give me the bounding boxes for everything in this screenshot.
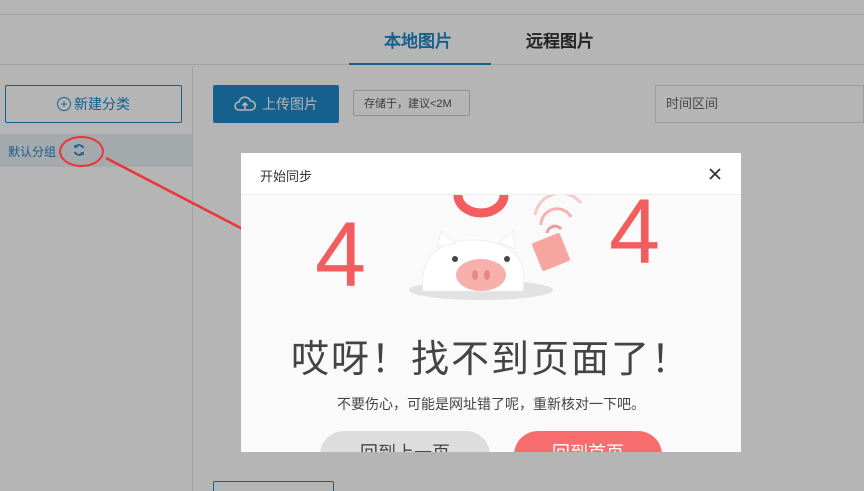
home-button[interactable]: 回到首页 bbox=[514, 431, 662, 452]
annotation-circle bbox=[59, 136, 104, 167]
sync-dialog: 开始同步 4 4 哎呀！找不到页面了！ 不要伤心，可能是网址错了呢，重新核对一下… bbox=[241, 153, 741, 452]
pig-404-illustration bbox=[409, 195, 583, 300]
error-digit-left: 4 bbox=[315, 204, 367, 306]
close-icon[interactable] bbox=[707, 166, 723, 182]
error-digit-right: 4 bbox=[609, 181, 661, 283]
error-title: 哎呀！找不到页面了！ bbox=[290, 339, 691, 381]
dialog-header: 开始同步 bbox=[241, 153, 741, 195]
error-subtitle: 不要伤心，可能是网址错了呢，重新核对一下吧。 bbox=[337, 396, 645, 412]
dialog-title: 开始同步 bbox=[260, 169, 313, 184]
back-button[interactable]: 回到上一页 bbox=[320, 431, 490, 452]
